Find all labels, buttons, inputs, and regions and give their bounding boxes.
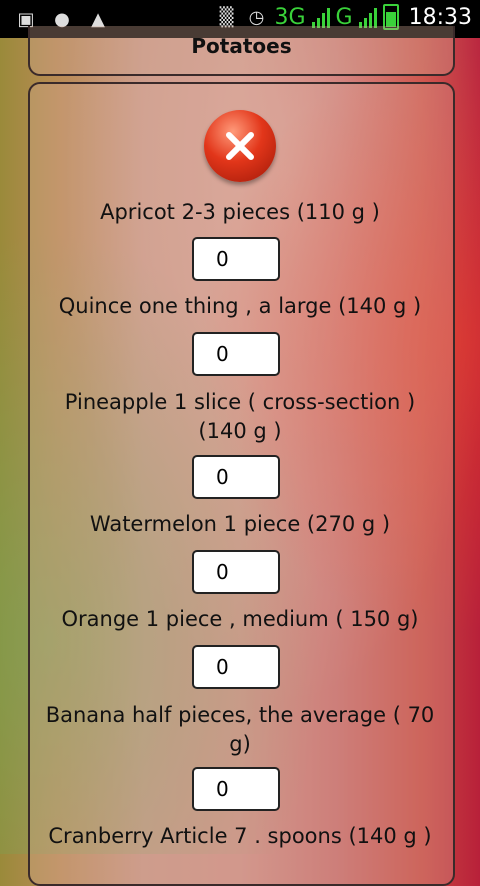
quantity-field[interactable]: 0 xyxy=(192,550,280,594)
section-title: Potatoes xyxy=(191,34,292,58)
item-label: Apricot 2-3 pieces (110 g ) xyxy=(100,200,380,224)
close-icon xyxy=(226,132,254,160)
top-panel: Potatoes xyxy=(28,26,455,76)
signal-icon-2 xyxy=(358,6,377,28)
item-label: Banana half pieces, the average ( 70 g) xyxy=(45,703,435,756)
quantity-field[interactable]: 0 xyxy=(192,645,280,689)
close-button[interactable] xyxy=(204,110,276,182)
item-label: Orange 1 piece , medium ( 150 g) xyxy=(61,607,419,631)
item-label: Watermelon 1 piece (270 g ) xyxy=(89,512,391,536)
item-label: Cranberry Article 7 . spoons (140 g ) xyxy=(48,824,432,848)
signal-icon xyxy=(311,6,330,28)
item-label: Pineapple 1 slice ( cross-section ) (140… xyxy=(64,390,416,443)
quantity-field[interactable]: 0 xyxy=(192,455,280,499)
quantity-field[interactable]: 0 xyxy=(192,332,280,376)
quantity-field[interactable]: 0 xyxy=(192,237,280,281)
item-label: Quince one thing , a large (140 g ) xyxy=(58,294,422,318)
quantity-field[interactable]: 0 xyxy=(192,767,280,811)
